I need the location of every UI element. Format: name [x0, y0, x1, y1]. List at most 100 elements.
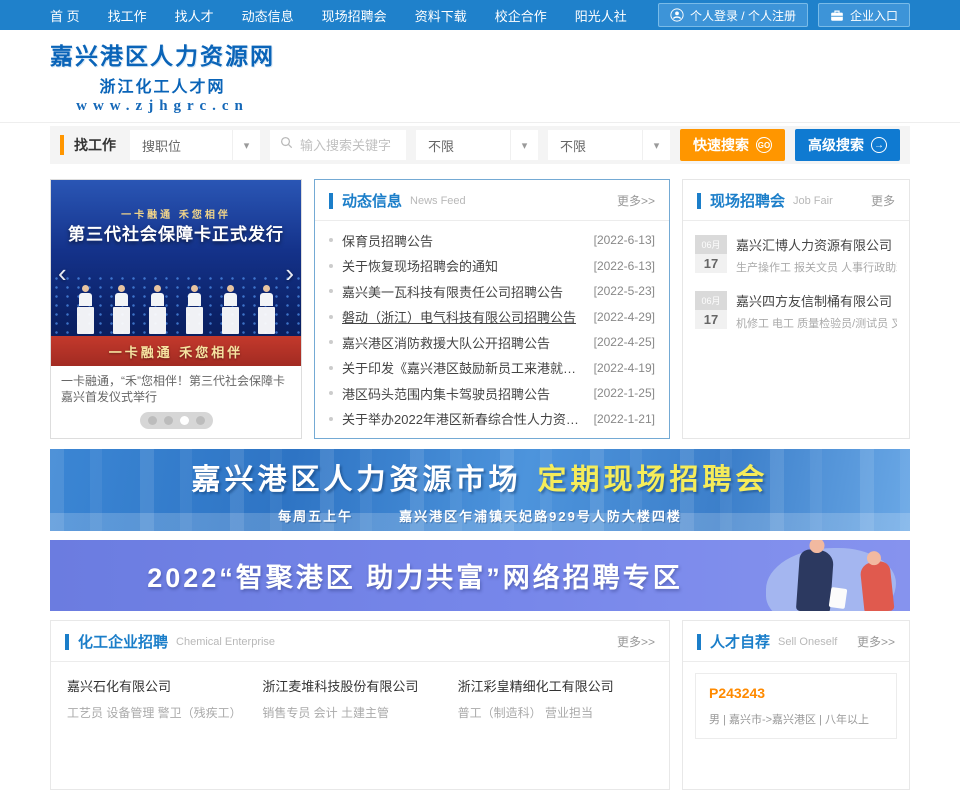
presenter-figure	[258, 285, 275, 334]
slide-tagline-top: 一卡融通 禾您相伴	[51, 206, 301, 221]
nav-sunshine-hr[interactable]: 阳光人社	[575, 6, 627, 25]
nav-school-cooperation[interactable]: 校企合作	[495, 6, 547, 25]
talent-title: 人才自荐	[710, 631, 770, 652]
chevron-right-icon[interactable]: ›	[285, 260, 294, 286]
bullet-icon	[329, 315, 333, 319]
job-fair-item[interactable]: 06月 17 嘉兴四方友信制桶有限公司 机修工 电工 质量检验员/测试员 叉车.…	[695, 291, 897, 331]
people-illustration	[750, 540, 910, 611]
bullet-icon	[329, 417, 333, 421]
nav-home[interactable]: 首 页	[50, 6, 80, 25]
company-item[interactable]: 嘉兴石化有限公司 工艺员 设备管理 警卫（残疾工）	[67, 676, 262, 721]
nav-news[interactable]: 动态信息	[242, 6, 294, 25]
job-fair-item[interactable]: 06月 17 嘉兴汇博人力资源有限公司 生产操作工 报关文员 人事行政助理...	[695, 235, 897, 275]
nav-find-talent[interactable]: 找人才	[175, 6, 214, 25]
news-item[interactable]: 关于恢复现场招聘会的通知 [2022-6-13]	[329, 256, 655, 275]
filter-select-2[interactable]: 不限 ▾	[548, 130, 670, 160]
nav-find-job[interactable]: 找工作	[108, 6, 147, 25]
news-feed-more-link[interactable]: 更多>>	[617, 192, 655, 209]
carousel-dot-3-active[interactable]	[180, 416, 189, 425]
news-item[interactable]: 关于印发《嘉兴港区鼓励新员工来港就业补助操作... [2022-4-19]	[329, 358, 655, 377]
job-fair-panel: 现场招聘会 Job Fair 更多 06月 17 嘉兴汇博人力资源有限公司 生产…	[682, 179, 910, 439]
job-fair-company: 嘉兴四方友信制桶有限公司	[736, 291, 897, 310]
news-carousel: 一卡融通 禾您相伴 第三代社会保障卡正式发行 一卡融通 禾您相伴 ‹ › 一卡融…	[50, 179, 302, 439]
quick-search-label: 快速搜索	[693, 135, 749, 155]
carousel-dot-2[interactable]	[164, 416, 173, 425]
news-item[interactable]: 港区码头范围内集卡驾驶员招聘公告 [2022-1-25]	[329, 384, 655, 403]
site-logo[interactable]: 嘉兴港区人力资源网 浙江化工人才网 www.zjhgrc.cn	[50, 37, 275, 115]
keyword-search-input[interactable]	[300, 138, 396, 153]
filter-select-1[interactable]: 不限 ▾	[416, 130, 538, 160]
date-badge: 06月 17	[695, 235, 727, 275]
figure-red-shirt	[859, 561, 894, 611]
job-fair-positions: 生产操作工 报关文员 人事行政助理...	[736, 259, 897, 275]
advanced-search-label: 高级搜索	[808, 135, 864, 155]
talent-card-id: P243243	[709, 685, 883, 701]
personal-login-register-label: 个人登录 / 个人注册	[690, 7, 796, 24]
arrow-circle-icon: →	[871, 137, 887, 153]
company-item[interactable]: 浙江彩皇精细化工有限公司 普工（制造科） 营业担当	[458, 676, 653, 721]
bullet-icon	[329, 289, 333, 293]
carousel-dot-4[interactable]	[196, 416, 205, 425]
quick-search-button[interactable]: 快速搜索 GO	[680, 129, 785, 161]
nav-downloads[interactable]: 资料下载	[415, 6, 467, 25]
advanced-search-button[interactable]: 高级搜索 →	[795, 129, 900, 161]
carousel-dot-1[interactable]	[148, 416, 157, 425]
chemical-enterprise-header: 化工企业招聘 Chemical Enterprise 更多>>	[51, 621, 669, 662]
presenter-figure	[149, 285, 166, 334]
paper-decoration	[829, 587, 848, 609]
talent-more-link[interactable]: 更多>>	[857, 633, 895, 650]
chevron-left-icon[interactable]: ‹	[58, 260, 67, 286]
bullet-icon	[329, 366, 333, 370]
job-fair-banner[interactable]: 嘉兴港区人力资源市场 定期现场招聘会 每周五上午 嘉兴港区乍浦镇天妃路929号人…	[50, 449, 910, 531]
stage-red-carpet: 一卡融通 禾您相伴	[51, 336, 301, 366]
news-item-hovered[interactable]: 磐动（浙江）电气科技有限公司招聘公告 [2022-4-29]	[329, 307, 655, 326]
bullet-icon	[329, 238, 333, 242]
online-recruitment-banner[interactable]: 2022“智聚港区 助力共富”网络招聘专区	[50, 540, 910, 611]
presenter-figure	[113, 285, 130, 334]
carousel-caption[interactable]: 一卡融通，“禾”您相伴！第三代社会保障卡嘉兴首发仪式举行	[51, 366, 301, 408]
briefcase-icon	[830, 9, 844, 22]
news-feed-header: 动态信息 News Feed 更多>>	[315, 180, 669, 221]
news-item[interactable]: 关于举办2022年港区新春综合性人力资源暨春风... [2022-1-21]	[329, 409, 655, 428]
news-feed-title: 动态信息	[342, 190, 402, 211]
filter-2-value: 不限	[548, 136, 642, 155]
banner1-schedule: 每周五上午	[278, 506, 353, 525]
company-list: 嘉兴石化有限公司 工艺员 设备管理 警卫（残疾工） 浙江麦堆科技股份有限公司 销…	[51, 662, 669, 735]
filter-1-value: 不限	[416, 136, 510, 155]
carousel-slide[interactable]: 一卡融通 禾您相伴 第三代社会保障卡正式发行 一卡融通 禾您相伴 ‹ ›	[51, 180, 301, 366]
blue-accent-bar	[65, 634, 69, 650]
search-category-value: 搜职位	[130, 136, 232, 155]
chevron-down-icon[interactable]: ▾	[232, 130, 260, 160]
news-item[interactable]: 保育员招聘公告 [2022-6-13]	[329, 231, 655, 250]
banner1-title-highlight: 定期现场招聘会	[538, 456, 769, 498]
company-item[interactable]: 浙江麦堆科技股份有限公司 销售专员 会计 土建主管	[262, 676, 457, 721]
job-fair-more-link[interactable]: 更多	[871, 192, 895, 209]
orange-accent-bar	[60, 135, 64, 155]
date-badge: 06月 17	[695, 291, 727, 331]
news-item[interactable]: 嘉兴美一瓦科技有限责任公司招聘公告 [2022-5-23]	[329, 282, 655, 301]
talent-subtitle: Sell Oneself	[778, 636, 837, 648]
search-category-select[interactable]: 搜职位 ▾	[130, 130, 260, 160]
person-icon	[670, 8, 684, 22]
top-nav-actions: 个人登录 / 个人注册 企业入口	[658, 3, 910, 27]
job-fair-list: 06月 17 嘉兴汇博人力资源有限公司 生产操作工 报关文员 人事行政助理...…	[683, 221, 909, 331]
job-search-bar: 找工作 搜职位 ▾ 不限 ▾ 不限 ▾ 快速搜索 GO 高级搜索 →	[50, 126, 910, 164]
news-item[interactable]: 嘉兴港区消防救援大队公开招聘公告 [2022-4-25]	[329, 333, 655, 352]
site-url: www.zjhgrc.cn	[50, 98, 275, 115]
nav-job-fair[interactable]: 现场招聘会	[322, 6, 387, 25]
enterprise-entry-button[interactable]: 企业入口	[818, 3, 910, 27]
talent-card[interactable]: P243243 男 | 嘉兴市->嘉兴港区 | 八年以上	[695, 673, 897, 739]
blue-accent-bar	[697, 193, 701, 209]
personal-login-register-button[interactable]: 个人登录 / 个人注册	[658, 3, 808, 27]
chemical-enterprise-more-link[interactable]: 更多>>	[617, 633, 655, 650]
slide-tagline-bottom: 一卡融通 禾您相伴	[109, 342, 244, 361]
job-fair-positions: 机修工 电工 质量检验员/测试员 叉车...	[736, 315, 897, 331]
chemical-enterprise-title: 化工企业招聘	[78, 631, 168, 652]
news-list: 保育员招聘公告 [2022-6-13] 关于恢复现场招聘会的通知 [2022-6…	[315, 221, 669, 438]
news-feed-subtitle: News Feed	[410, 195, 466, 207]
chevron-down-icon[interactable]: ▾	[642, 130, 670, 160]
site-header: 嘉兴港区人力资源网 浙江化工人才网 www.zjhgrc.cn	[0, 30, 960, 123]
keyword-search-field[interactable]	[270, 130, 406, 160]
main-content-row: 一卡融通 禾您相伴 第三代社会保障卡正式发行 一卡融通 禾您相伴 ‹ › 一卡融…	[50, 179, 910, 439]
chevron-down-icon[interactable]: ▾	[510, 130, 538, 160]
